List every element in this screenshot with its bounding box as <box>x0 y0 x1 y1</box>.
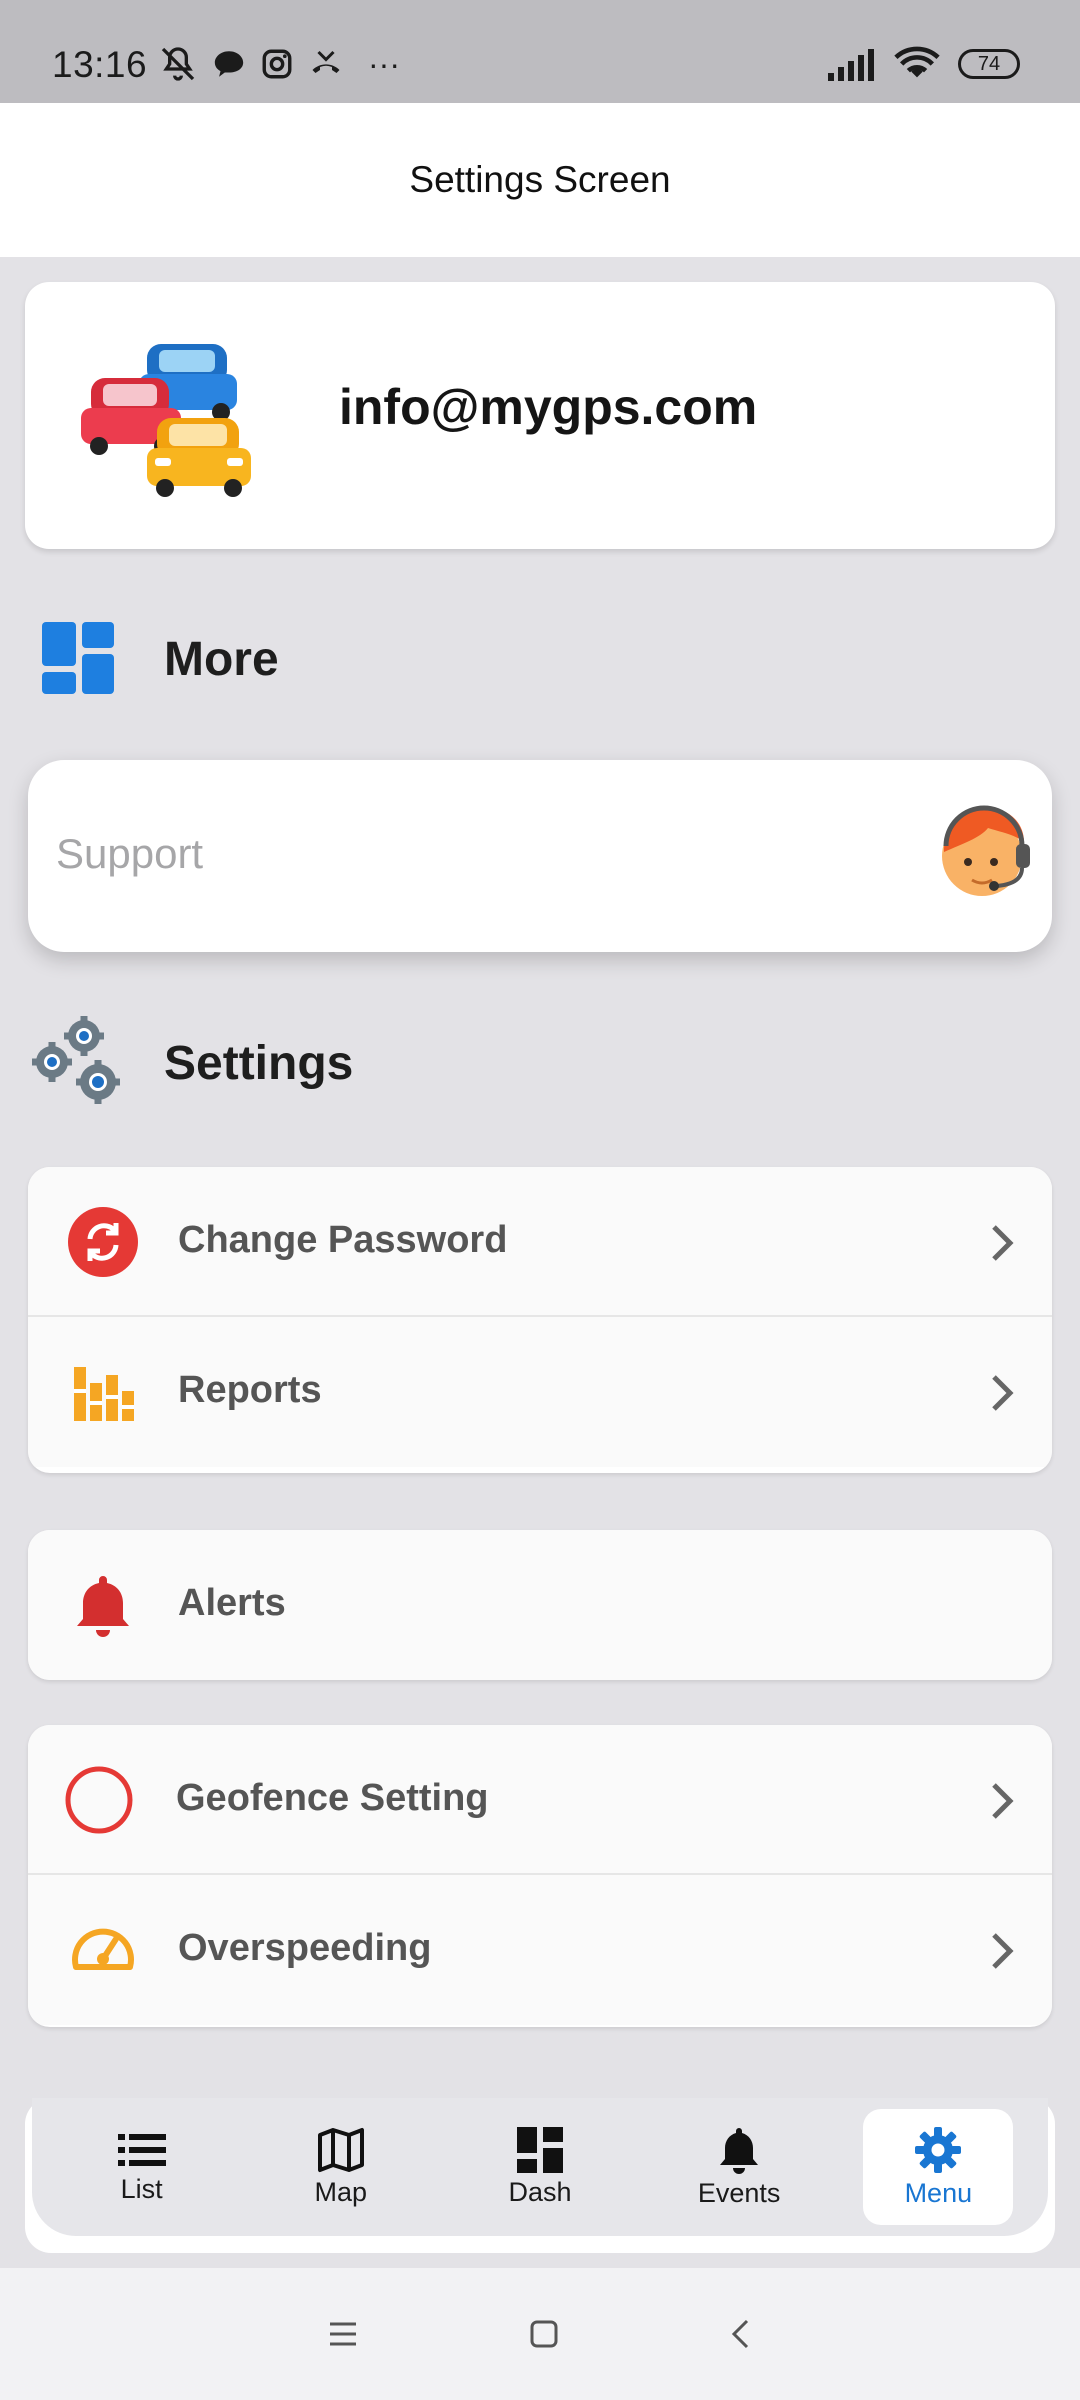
support-agent-icon <box>942 805 1030 896</box>
nav-label: List <box>120 2173 163 2204</box>
notification-icons: ··· <box>158 44 400 84</box>
refresh-icon <box>68 1207 138 1277</box>
nav-item-list[interactable]: List <box>67 2109 217 2225</box>
profile-card[interactable]: info@mygps.com <box>25 282 1055 549</box>
map-icon <box>317 2127 364 2172</box>
speedometer-icon <box>72 1928 134 1970</box>
settings-group-tracking: Geofence Setting Overspeeding <box>28 1725 1052 2027</box>
settings-item-change-password[interactable]: Change Password <box>28 1167 1052 1317</box>
settings-item-overspeeding[interactable]: Overspeeding <box>28 1875 1052 2025</box>
missed-call-icon <box>312 50 340 73</box>
bell-icon <box>77 1576 129 1637</box>
nav-label: Map <box>314 2176 368 2207</box>
settings-item-label: Geofence Setting <box>176 1777 489 1819</box>
chevron-right-icon <box>992 1375 1014 1411</box>
settings-item-reports[interactable]: Reports <box>28 1317 1052 1467</box>
list-icon <box>117 2133 166 2166</box>
cars-logo-icon <box>81 344 251 497</box>
settings-group-alerts: Alerts <box>28 1530 1052 1680</box>
chevron-right-icon <box>992 1933 1014 1969</box>
support-label: Support <box>56 830 204 877</box>
settings-item-label: Change Password <box>178 1219 508 1261</box>
system-nav-bar <box>0 2268 1080 2400</box>
chat-icon <box>214 51 244 77</box>
signal-icon <box>828 49 874 81</box>
more-notifications: ··· <box>368 45 400 82</box>
settings-item-label: Overspeeding <box>178 1927 432 1969</box>
status-bar: 13:16 ··· 74 <box>0 0 1080 103</box>
gear-icon <box>915 2126 962 2173</box>
settings-item-label: Reports <box>178 1369 322 1411</box>
settings-group-account: Change Password Reports <box>28 1167 1052 1473</box>
system-icons: 74 <box>826 46 1020 82</box>
profile-email: info@mygps.com <box>339 379 758 435</box>
mute-icon <box>161 47 195 81</box>
instagram-icon <box>262 49 292 79</box>
settings-item-label: Alerts <box>178 1582 286 1624</box>
wifi-icon <box>894 46 940 78</box>
section-title-settings: Settings <box>164 1037 354 1090</box>
dashboard-tiles-icon <box>42 622 114 694</box>
settings-item-geofence-setting[interactable]: Geofence Setting <box>28 1725 1052 1875</box>
nav-item-menu[interactable]: Menu <box>863 2109 1014 2225</box>
chevron-right-icon <box>992 1783 1014 1819</box>
nav-item-map[interactable]: Map <box>266 2109 416 2225</box>
status-time: 13:16 <box>52 44 148 85</box>
app-bar: Settings Screen <box>0 103 1080 257</box>
chevron-right-icon <box>992 1225 1014 1261</box>
nav-item-events[interactable]: Events <box>664 2109 814 2225</box>
settings-item-alerts[interactable]: Alerts <box>28 1530 1052 1680</box>
nav-label: Dash <box>508 2176 572 2207</box>
nav-label: Menu <box>904 2177 973 2208</box>
bottom-nav: List Map Dash Events Menu <box>32 2098 1048 2236</box>
section-title-more: More <box>164 633 279 686</box>
home-icon[interactable] <box>529 2319 559 2349</box>
dashboard-icon <box>516 2126 563 2173</box>
circle-icon <box>65 1766 133 1834</box>
recents-icon[interactable] <box>327 2320 359 2348</box>
page-title: Settings Screen <box>409 159 671 200</box>
gears-icon <box>32 1016 120 1104</box>
back-icon[interactable] <box>729 2318 753 2350</box>
bell-icon <box>720 2127 759 2174</box>
support-card[interactable]: Support <box>28 760 1052 952</box>
nav-label: Events <box>697 2177 781 2208</box>
battery-indicator: 74 <box>958 49 1020 79</box>
bar-chart-icon <box>74 1367 134 1421</box>
nav-item-dash[interactable]: Dash <box>465 2109 615 2225</box>
